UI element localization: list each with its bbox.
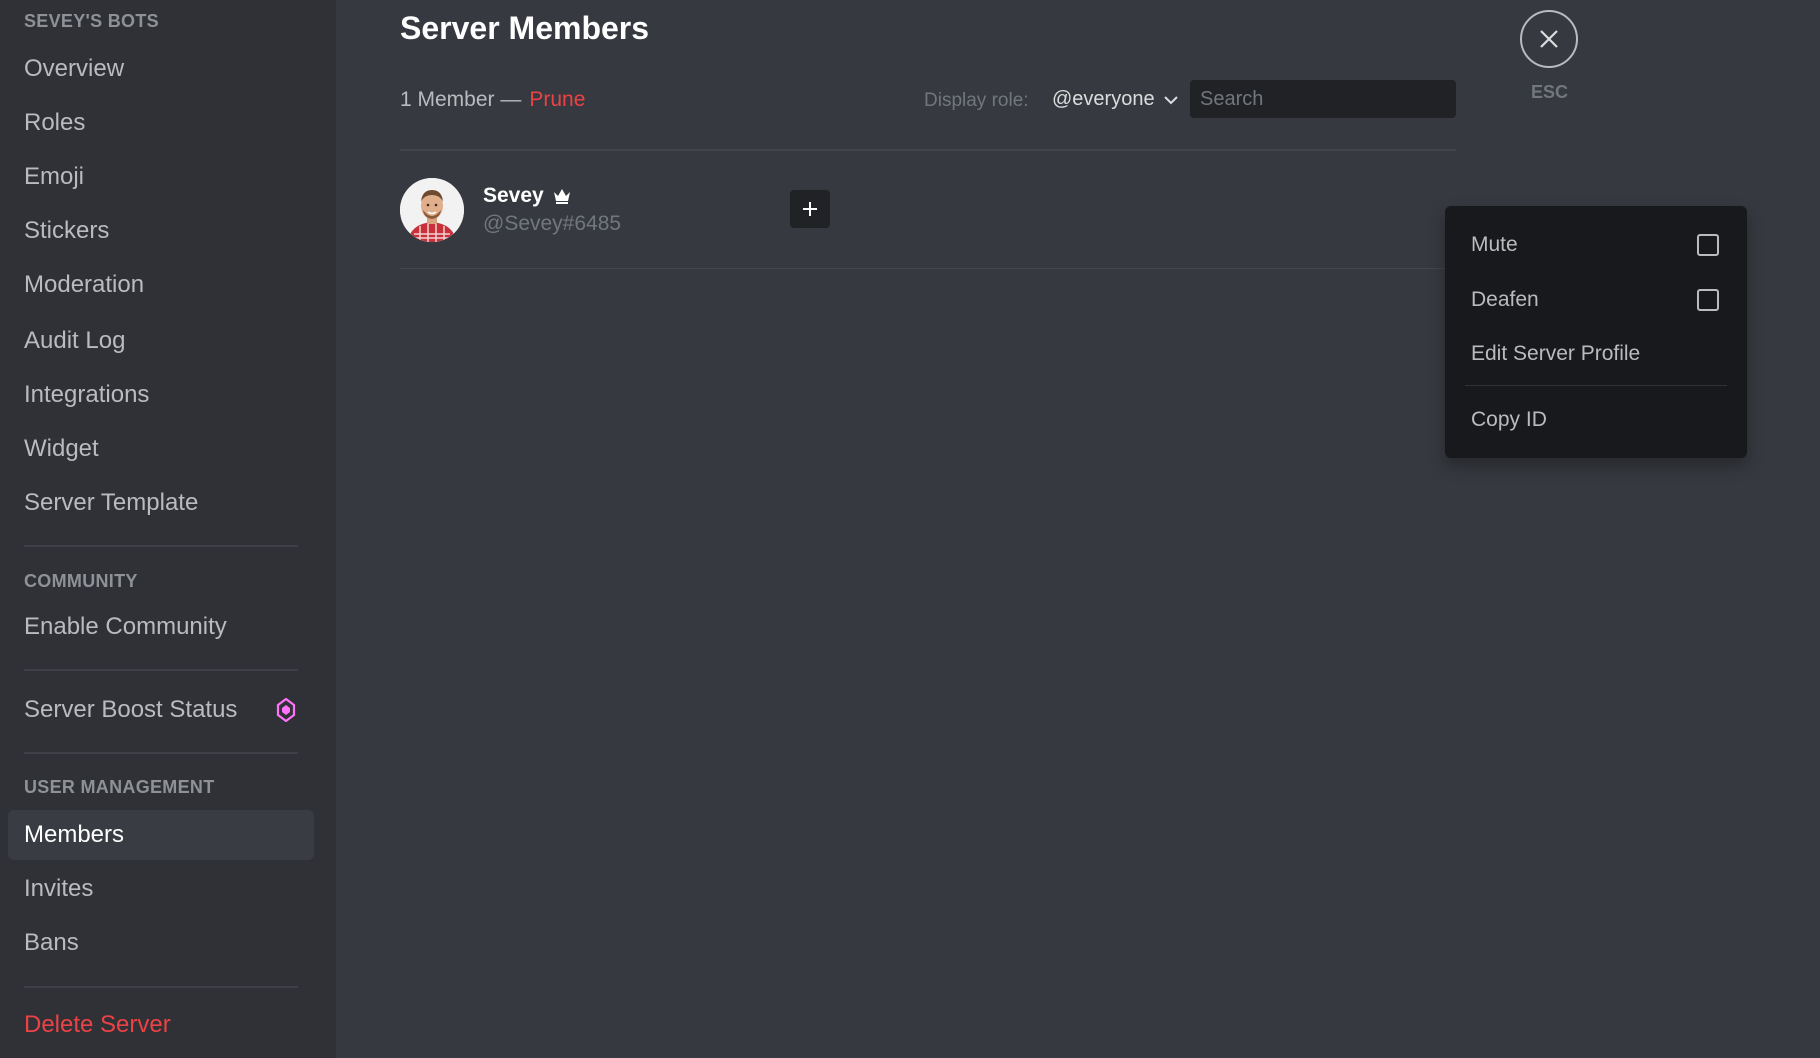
plus-icon — [803, 202, 817, 216]
member-row-divider — [400, 268, 1456, 269]
crown-icon — [553, 189, 570, 204]
member-context-menu: Mute Deafen Edit Server Profile Copy ID — [1445, 206, 1747, 458]
esc-label: ESC — [1531, 82, 1569, 102]
server-name-header: SEVEY'S BOTS — [24, 11, 159, 31]
sidebar-item-server-template[interactable]: Server Template — [8, 478, 314, 528]
sidebar-divider — [24, 752, 298, 754]
sidebar-item-bans[interactable]: Bans — [8, 918, 314, 968]
member-name: Sevey — [483, 184, 544, 207]
sidebar-item-stickers[interactable]: Stickers — [8, 206, 314, 256]
community-header: COMMUNITY — [24, 571, 138, 591]
sidebar-item-widget[interactable]: Widget — [8, 424, 314, 474]
member-count: 1 Member — — [400, 88, 522, 111]
sidebar-divider — [24, 669, 298, 671]
avatar-image — [400, 178, 464, 242]
menu-item-copy-id[interactable]: Copy ID — [1455, 397, 1737, 443]
member-tag: @Sevey#6485 — [483, 212, 622, 235]
close-icon — [1540, 30, 1558, 48]
sidebar-item-delete-server[interactable]: Delete Server — [8, 1000, 314, 1050]
sidebar-item-moderation[interactable]: Moderation — [8, 260, 314, 310]
sidebar-item-label: Server Boost Status — [24, 696, 238, 723]
header-divider — [400, 149, 1456, 151]
sidebar-item-emoji[interactable]: Emoji — [8, 152, 314, 202]
sidebar-item-integrations[interactable]: Integrations — [8, 370, 314, 420]
sidebar-divider — [24, 545, 298, 547]
mute-checkbox[interactable] — [1697, 234, 1719, 256]
avatar — [400, 178, 464, 242]
boost-gem-icon — [276, 698, 296, 722]
sidebar-item-server-boost-status[interactable]: Server Boost Status — [8, 685, 314, 735]
sidebar-item-roles[interactable]: Roles — [8, 98, 314, 148]
menu-separator — [1465, 385, 1727, 386]
settings-sidebar: SEVEY'S BOTS Overview Roles Emoji Sticke… — [0, 0, 336, 1058]
menu-item-label: Mute — [1471, 233, 1518, 256]
chevron-down-icon — [1163, 95, 1178, 104]
sidebar-item-invites[interactable]: Invites — [8, 864, 314, 914]
prune-link[interactable]: Prune — [529, 88, 585, 112]
sidebar-item-audit-log[interactable]: Audit Log — [8, 316, 314, 366]
deafen-checkbox[interactable] — [1697, 289, 1719, 311]
search-box — [1190, 80, 1465, 118]
user-management-header: USER MANAGEMENT — [24, 777, 215, 797]
menu-item-deafen[interactable]: Deafen — [1455, 277, 1737, 323]
sidebar-item-members[interactable]: Members — [8, 810, 314, 860]
sidebar-item-overview[interactable]: Overview — [8, 44, 314, 94]
sidebar-item-enable-community[interactable]: Enable Community — [8, 602, 314, 652]
member-name-row: Sevey — [483, 184, 572, 208]
member-count-row: 1 Member — Prune — [400, 88, 585, 112]
menu-item-edit-server-profile[interactable]: Edit Server Profile — [1455, 331, 1737, 377]
menu-item-label: Deafen — [1471, 288, 1539, 311]
close-button[interactable] — [1520, 10, 1578, 68]
sidebar-divider — [24, 986, 298, 988]
search-input[interactable] — [1200, 87, 1465, 111]
menu-item-mute[interactable]: Mute — [1455, 222, 1737, 268]
display-role-label: Display role: — [924, 90, 1029, 111]
display-role-dropdown[interactable]: @everyone — [1052, 88, 1179, 111]
page-title: Server Members — [400, 10, 650, 46]
add-role-button[interactable] — [790, 190, 830, 228]
display-role-value: @everyone — [1052, 88, 1155, 110]
